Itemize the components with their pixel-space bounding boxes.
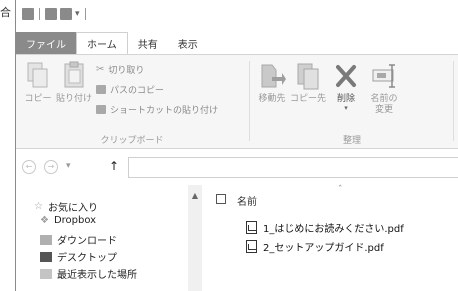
copy-path-button[interactable]: パスのコピー bbox=[96, 83, 164, 96]
delete-button[interactable]: 削除 ▾ bbox=[328, 61, 364, 112]
tab-file[interactable]: ファイル bbox=[16, 32, 76, 54]
screenshot-page: 合 ▾ ファイル ホーム 共有 表示 コピー 貼り付け ✂ 切り取り パスのコピ… bbox=[0, 0, 458, 291]
title-bar: ▾ bbox=[16, 0, 458, 28]
sort-ascending-icon: ˆ bbox=[338, 185, 343, 195]
toolbar-separator bbox=[39, 8, 40, 20]
paste-shortcut-label: ショートカットの貼り付け bbox=[110, 106, 219, 116]
copy-icon bbox=[27, 62, 48, 88]
tab-view[interactable]: 表示 bbox=[168, 32, 208, 54]
pdf-file-icon bbox=[246, 221, 257, 234]
address-bar-row: ← → ▾ ↑ bbox=[16, 155, 458, 181]
recent-places-icon bbox=[40, 268, 52, 279]
copy-to-label: コピー先 bbox=[290, 94, 327, 104]
nav-item-downloads[interactable]: ダウンロード bbox=[40, 232, 117, 247]
copy-to-button[interactable]: コピー先 bbox=[290, 61, 326, 105]
clipboard-group: コピー 貼り付け ✂ 切り取り パスのコピー ショートカットの貼り付け クリップ… bbox=[16, 55, 248, 150]
organize-group-label: 整理 bbox=[342, 136, 361, 146]
cut-button[interactable]: ✂ 切り取り bbox=[96, 63, 144, 76]
dropbox-icon: ❖ bbox=[40, 215, 49, 226]
paste-shortcut-icon bbox=[96, 105, 106, 114]
file-list: 名前 ˆ 1_はじめにお読みください.pdf 2_セットアップガイド.pdf bbox=[204, 185, 458, 291]
move-to-button[interactable]: 移動先 bbox=[254, 61, 290, 105]
group-separator bbox=[453, 61, 454, 141]
rename-icon bbox=[372, 64, 395, 88]
nav-item-label: デスクトップ bbox=[57, 253, 117, 264]
nav-item-favorites[interactable]: ☆ お気に入り bbox=[34, 199, 98, 214]
left-margin-text: 合 bbox=[0, 6, 11, 19]
copy-path-label: パスのコピー bbox=[110, 86, 165, 96]
new-folder-icon[interactable] bbox=[60, 8, 72, 20]
back-arrow-icon: ← bbox=[25, 162, 33, 171]
navigation-pane-scrollbar[interactable]: ▲ bbox=[188, 185, 202, 291]
organize-group: 移動先 コピー先 削除 ▾ 名前の 変更 整理 bbox=[252, 55, 452, 150]
file-row[interactable]: 2_セットアップガイド.pdf bbox=[246, 239, 384, 254]
pdf-file-icon bbox=[246, 240, 257, 253]
nav-item-label: ダウンロード bbox=[57, 236, 117, 247]
copy-path-icon bbox=[96, 85, 106, 94]
select-all-checkbox[interactable] bbox=[216, 194, 226, 204]
recent-locations-dropdown-icon[interactable]: ▾ bbox=[66, 161, 71, 171]
toolbar-separator bbox=[84, 8, 86, 20]
folder-icon[interactable] bbox=[22, 8, 34, 20]
tab-share[interactable]: 共有 bbox=[128, 32, 168, 54]
scissors-icon: ✂ bbox=[96, 64, 105, 75]
rename-label-line1: 名前の bbox=[370, 94, 398, 104]
paste-button[interactable]: 貼り付け bbox=[56, 61, 92, 105]
forward-button[interactable]: → bbox=[44, 160, 58, 174]
scroll-up-icon[interactable]: ▲ bbox=[188, 191, 202, 200]
navigation-pane: ☆ お気に入り ❖ Dropbox ダウンロード デスクトップ 最近表示した場所… bbox=[16, 185, 202, 291]
move-to-label: 移動先 bbox=[258, 94, 286, 104]
ribbon-tabs: ファイル ホーム 共有 表示 bbox=[16, 32, 458, 54]
clipboard-group-label: クリップボード bbox=[100, 136, 164, 146]
nav-item-label: Dropbox bbox=[53, 215, 97, 226]
copy-button[interactable]: コピー bbox=[20, 61, 56, 105]
ribbon: コピー 貼り付け ✂ 切り取り パスのコピー ショートカットの貼り付け クリップ… bbox=[16, 54, 458, 149]
quick-access-toolbar: ▾ bbox=[22, 8, 88, 20]
tab-home[interactable]: ホーム bbox=[76, 32, 128, 54]
forward-arrow-icon: → bbox=[47, 162, 55, 171]
paste-label: 貼り付け bbox=[56, 94, 93, 104]
group-separator bbox=[249, 61, 250, 141]
address-input[interactable] bbox=[128, 157, 458, 178]
copy-label: コピー bbox=[24, 94, 52, 104]
paste-icon bbox=[64, 61, 84, 88]
paste-shortcut-button[interactable]: ショートカットの貼り付け bbox=[96, 103, 218, 116]
file-name: 2_セットアップガイド.pdf bbox=[263, 243, 384, 254]
nav-item-label: お気に入り bbox=[47, 203, 98, 214]
column-header: 名前 ˆ bbox=[204, 185, 458, 215]
explorer-window: ▾ ファイル ホーム 共有 表示 コピー 貼り付け ✂ 切り取り パスのコピー … bbox=[15, 0, 458, 291]
file-row[interactable]: 1_はじめにお読みください.pdf bbox=[246, 220, 404, 235]
nav-item-desktop[interactable]: デスクトップ bbox=[40, 249, 117, 264]
file-name: 1_はじめにお読みください.pdf bbox=[263, 224, 404, 235]
back-button[interactable]: ← bbox=[22, 160, 36, 174]
desktop-icon bbox=[40, 251, 52, 262]
properties-icon[interactable] bbox=[45, 8, 57, 20]
move-to-icon bbox=[261, 64, 286, 88]
copy-to-icon bbox=[297, 63, 319, 90]
nav-item-label: 最近表示した場所 bbox=[57, 270, 137, 281]
star-icon: ☆ bbox=[34, 201, 43, 212]
delete-dropdown-icon[interactable]: ▾ bbox=[328, 105, 364, 112]
column-header-name[interactable]: 名前 bbox=[237, 193, 257, 208]
nav-item-recent-places[interactable]: 最近表示した場所 bbox=[40, 266, 137, 281]
delete-icon bbox=[336, 65, 356, 87]
rename-label-line2: 変更 bbox=[374, 105, 393, 115]
rename-button[interactable]: 名前の 変更 bbox=[366, 61, 402, 116]
nav-item-dropbox[interactable]: ❖ Dropbox bbox=[40, 215, 96, 226]
up-arrow-icon[interactable]: ↑ bbox=[109, 159, 119, 173]
download-icon bbox=[40, 234, 52, 245]
cut-label: 切り取り bbox=[108, 66, 145, 76]
customize-toolbar-icon[interactable]: ▾ bbox=[75, 9, 80, 19]
